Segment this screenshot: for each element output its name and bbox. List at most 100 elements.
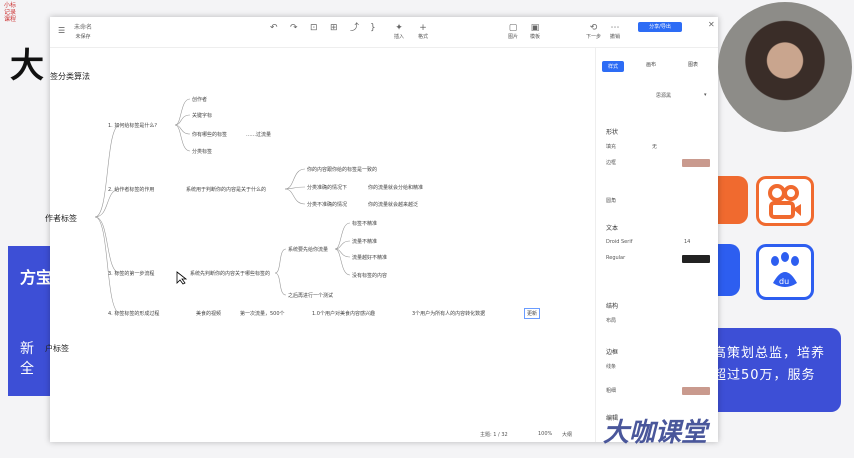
toolbar-more[interactable]: ⋯ 撤销 [610, 23, 620, 40]
font-select[interactable]: 思源黑 [656, 92, 671, 99]
close-icon[interactable]: ✕ [708, 20, 715, 29]
subnode-icon: ⊞ [330, 23, 338, 33]
node-2-child-3[interactable]: 分类不准确的情况 [307, 201, 347, 208]
menu-icon[interactable]: ☰ [58, 26, 65, 35]
toolbar-insert-label: 插入 [394, 34, 405, 40]
node-2-child-1[interactable]: 你的内容跟你给的标签是一致的 [307, 166, 377, 173]
node-3-child-1[interactable]: 标签不精准 [352, 220, 377, 227]
undo-icon: ↶ [270, 23, 278, 33]
font-weight-select[interactable]: Regular [606, 255, 625, 261]
summary-icon: } [370, 23, 376, 33]
status-mode[interactable]: 大纲 [562, 431, 572, 438]
node-4-end[interactable]: 更新 [524, 308, 541, 319]
node-4-chain-1[interactable]: 美食的视频 [196, 310, 221, 317]
tab-style[interactable]: 样式 [602, 61, 625, 72]
branch-author-tags[interactable]: 作者标签 [45, 213, 77, 224]
relation-icon: ⤴ [350, 23, 360, 33]
row-line: 线条 [606, 364, 617, 370]
toolbar-item-5[interactable]: ⤴ [350, 23, 359, 33]
node-1-child-1[interactable]: 创作者 [192, 96, 207, 103]
node-2-extra-1[interactable]: 你的流量就会分给和精准 [368, 184, 423, 191]
toolbar-item-6[interactable]: } [370, 23, 376, 33]
row-radius: 圆角 [606, 198, 617, 204]
line-color-swatch[interactable] [682, 387, 710, 395]
status-zoom[interactable]: 100% [538, 431, 552, 437]
node-3-child-3[interactable]: 流量越好不精准 [352, 254, 387, 261]
node-2-child-2[interactable]: 分类准确的情况下 [307, 184, 347, 191]
mindmap-root[interactable]: 签分类算法 [50, 71, 90, 82]
font-size-input[interactable]: 14 [684, 239, 690, 245]
cursor-icon [176, 271, 188, 285]
status-topic-count: 主题: 1 / 32 [480, 432, 508, 438]
slide-title: 大 [10, 46, 44, 86]
node-3[interactable]: 3. 标签的第一步流程 [108, 270, 154, 277]
node-4-chain-4[interactable]: 3个用户为所有人的内容转化数据 [412, 310, 485, 317]
row-none[interactable]: 无 [652, 143, 657, 150]
node-icon: ⊡ [310, 23, 318, 33]
toolbar: ☰ 未命名 未保存 ↶ ↷ ⊡ ⊞ ⤴ } ✦ 插入 + 格式 ▢ 图片 ▣ 模板 ⟲ 下… [50, 17, 718, 48]
doc-title-block[interactable]: 未命名 未保存 [74, 23, 92, 40]
node-4-chain-2[interactable]: 第一次流量，500个 [240, 310, 285, 317]
section-branch: 边框 [606, 349, 619, 356]
chevron-down-icon[interactable]: ▾ [704, 92, 707, 98]
slide-right-line1: 高策划总监，培养 [713, 346, 826, 361]
toolbar-history-label: 下一步 [586, 34, 602, 40]
row-border: 边框 [606, 160, 617, 166]
node-3-mid[interactable]: 系统要先给你流量 [288, 246, 328, 253]
toolbar-format-label: 格式 [418, 34, 429, 40]
section-structure: 结构 [606, 303, 619, 310]
toolbar-item-4[interactable]: ⊞ [330, 23, 338, 33]
row-layout: 布局 [606, 318, 617, 324]
section-text: 文本 [606, 225, 619, 232]
font-family-select[interactable]: Droid Serif [606, 239, 632, 245]
toolbar-template[interactable]: ▣ 模板 [530, 23, 540, 40]
node-1-extra[interactable]: ……过流量 [246, 131, 271, 138]
kuaishou-icon [756, 176, 814, 226]
mindmap-canvas[interactable]: 签分类算法 作者标签 户标签 1. 如何给标签是什么? 创作者 关键字标 你有哪… [45, 47, 595, 442]
toolbar-item-2[interactable]: ↷ [290, 23, 298, 33]
toolbar-insert[interactable]: ✦ 插入 [394, 23, 404, 40]
node-1-child-2[interactable]: 关键字标 [192, 112, 212, 119]
star-icon: ✦ [395, 23, 403, 33]
row-fill: 填充 [606, 144, 617, 150]
toolbar-picture-label: 图片 [508, 34, 519, 40]
node-2-extra-2[interactable]: 你的流量就会越来越泛 [368, 201, 418, 208]
toolbar-format[interactable]: + 格式 [418, 23, 428, 40]
node-4-chain-3[interactable]: 1.0个用户对美食内容感兴趣 [312, 310, 375, 317]
share-export-button[interactable]: 分享/导出 [638, 22, 682, 32]
row-weight: 粗细 [606, 388, 617, 394]
doc-subtitle: 未保存 [75, 34, 91, 40]
section-shape: 形状 [606, 129, 619, 136]
more-icon: ⋯ [610, 23, 620, 33]
node-1-child-4[interactable]: 分类标签 [192, 148, 212, 155]
tab-chart[interactable]: 图表 [688, 61, 698, 68]
node-3-child-4[interactable]: 没有标签的内容 [352, 272, 387, 279]
node-2-sub[interactable]: 系统用于判断你的内容是关于什么的 [186, 186, 266, 193]
text-color-swatch[interactable] [682, 255, 710, 263]
node-3-child-2[interactable]: 流量不精准 [352, 238, 377, 245]
slide-right-blue-box: 高策划总监，培养 超过50万，服务 [705, 328, 841, 412]
slide-right-line2: 超过50万，服务 [713, 368, 816, 383]
node-4[interactable]: 4. 标签标签的形成过程 [108, 310, 159, 317]
template-icon: ▣ [530, 23, 540, 33]
slide-left-blue-block: 方宝 新 全 [8, 246, 52, 396]
toolbar-history[interactable]: ⟲ 下一步 [586, 23, 601, 40]
node-2[interactable]: 2. 给作者标签的作用 [108, 186, 154, 193]
toolbar-item-1[interactable]: ↶ [270, 23, 278, 33]
toolbar-item-3[interactable]: ⊡ [310, 23, 318, 33]
plus-icon: + [419, 23, 427, 33]
baidu-icon: du [756, 244, 814, 300]
node-1[interactable]: 1. 如何给标签是什么? [108, 122, 157, 129]
format-panel: 样式 画布 图表 思源黑 ▾ 形状 填充 边框 无 圆角 文本 Droid Se… [595, 47, 719, 442]
webcam-overlay [718, 2, 852, 132]
node-1-child-3[interactable]: 你有哪些的标签 [192, 131, 227, 138]
border-color-swatch[interactable] [682, 159, 710, 167]
toolbar-template-label: 模板 [530, 34, 541, 40]
node-3-bottom[interactable]: 之后再进行一个测试 [288, 292, 333, 299]
toolbar-picture[interactable]: ▢ 图片 [508, 23, 518, 40]
redo-icon: ↷ [290, 23, 298, 33]
node-3-sub[interactable]: 系统先判断你的内容关于哪些标签的 [190, 270, 270, 277]
tab-canvas[interactable]: 画布 [646, 61, 656, 68]
branch-user-tags[interactable]: 户标签 [45, 343, 69, 354]
slide-top-text: 小标 记录 课程 [4, 2, 17, 23]
